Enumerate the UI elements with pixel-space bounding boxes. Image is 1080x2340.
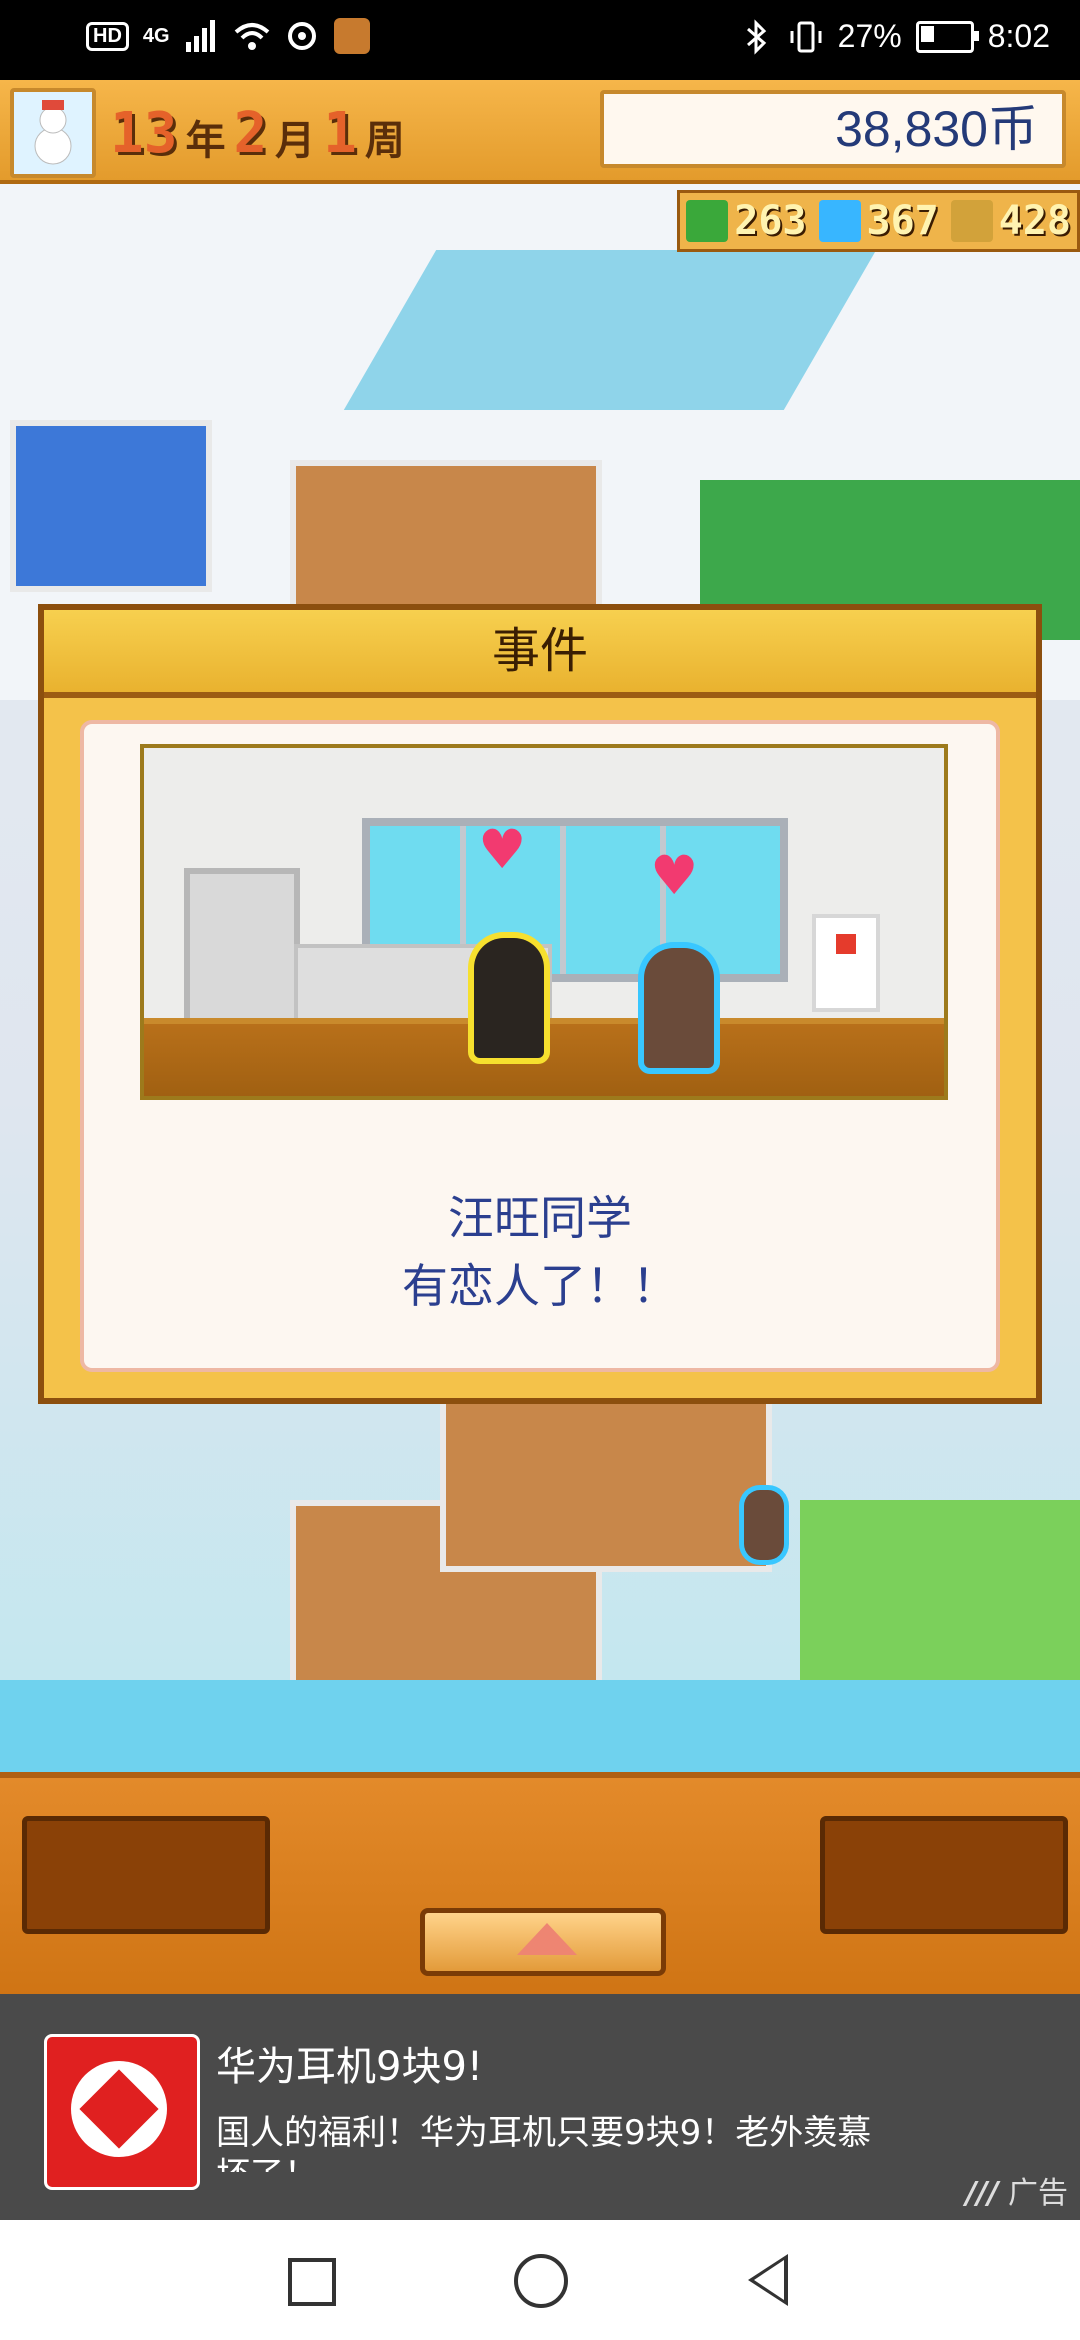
game-top-bar: 13 年 2 月 1 周 38,830币: [0, 80, 1080, 184]
flask-icon: [818, 200, 861, 242]
game-view[interactable]: 13 年 2 月 1 周 38,830币 263 367 428 事件 ♥ ♥ …: [0, 80, 1080, 1780]
ad-banner[interactable]: 华为耳机9块9! 国人的福利！华为耳机只要9块9！老外羡慕坏了！ /// 广告: [0, 1994, 1080, 2220]
right-menu-slot[interactable]: [820, 1816, 1068, 1934]
stat-study: 263: [680, 193, 812, 249]
event-dialog-title: 事件: [44, 610, 1036, 698]
stat-study-value: 263: [734, 198, 807, 244]
arcade-room: [10, 420, 212, 592]
pencil-icon: [686, 200, 729, 242]
event-message-line2: 有恋人了！！: [402, 1259, 678, 1313]
arrow-up-icon: [517, 1923, 577, 1955]
student-sprite[interactable]: [744, 1490, 784, 1560]
recent-apps-button[interactable]: [288, 2258, 336, 2306]
status-bar: HD 4G 27% 8:02: [0, 0, 1080, 80]
student-boy-sprite: [474, 938, 544, 1058]
ad-label: /// 广告: [966, 2168, 1068, 2212]
hd-badge: HD: [86, 21, 129, 51]
ad-tag-text: 广告: [1008, 2176, 1068, 2211]
event-dialog-body: ♥ ♥ 汪旺同学 有恋人了！！: [80, 720, 1000, 1372]
wifi-icon: [234, 18, 270, 54]
home-button[interactable]: [514, 2254, 568, 2308]
vibrate-icon: [788, 19, 824, 55]
week-unit: 周: [364, 118, 405, 164]
stat-research-value: 367: [866, 198, 939, 244]
back-button[interactable]: [748, 2254, 788, 2306]
battery-icon: [915, 20, 979, 53]
ad-title[interactable]: 华为耳机9块9!: [216, 2034, 483, 2092]
expand-menu-button[interactable]: [420, 1908, 666, 1976]
classroom-2-1: [440, 1380, 772, 1572]
stat-fame-value: 428: [998, 198, 1071, 244]
ad-brand-icon: ///: [965, 2176, 999, 2211]
river: [0, 1680, 1080, 1780]
stat-fame: 428: [945, 193, 1077, 249]
month-unit: 月: [275, 118, 316, 164]
year-unit: 年: [185, 118, 226, 164]
heart-icon: ♥: [650, 844, 699, 907]
first-aid-sign: [812, 914, 880, 1012]
app-notification-icon: [333, 18, 370, 54]
heart-icon: ♥: [478, 818, 527, 881]
month-value: 2: [233, 101, 268, 166]
clock: 8:02: [987, 18, 1050, 54]
event-scene-image: ♥ ♥: [140, 744, 948, 1100]
sync-icon: [284, 18, 320, 54]
scene-floor: [144, 1018, 944, 1096]
status-right: 27% 8:02: [738, 18, 1050, 55]
pinduoduo-logo[interactable]: [44, 2034, 200, 2190]
event-message: 汪旺同学 有恋人了！！: [84, 1184, 996, 1320]
left-menu-slot[interactable]: [22, 1816, 270, 1934]
bottom-menu-panel: [0, 1772, 1080, 1998]
battery-percent: 27%: [837, 18, 902, 54]
week-value: 1: [323, 101, 357, 166]
event-dialog[interactable]: 事件 ♥ ♥ 汪旺同学 有恋人了！！: [38, 604, 1042, 1404]
student-girl-sprite: [644, 948, 714, 1068]
signal-icon: [184, 18, 220, 54]
snowman-icon: [10, 88, 96, 178]
stats-bar: 263 367 428: [677, 190, 1080, 252]
pond: [343, 250, 877, 410]
game-date: 13 年 2 月 1 周: [110, 96, 405, 166]
trophy-icon: [950, 200, 993, 242]
bluetooth-icon: [738, 18, 774, 55]
network-type: 4G: [142, 24, 170, 47]
stat-research: 367: [813, 193, 945, 249]
money-display: 38,830币: [600, 90, 1066, 168]
navigation-bar: [0, 2220, 1080, 2340]
event-message-line1: 汪旺同学: [448, 1191, 632, 1245]
year-value: 13: [110, 101, 178, 166]
soccer-field: [800, 1500, 1080, 1680]
ad-description[interactable]: 国人的福利！华为耳机只要9块9！老外羡慕坏了！: [216, 2112, 876, 2172]
status-left: HD 4G: [86, 18, 370, 54]
